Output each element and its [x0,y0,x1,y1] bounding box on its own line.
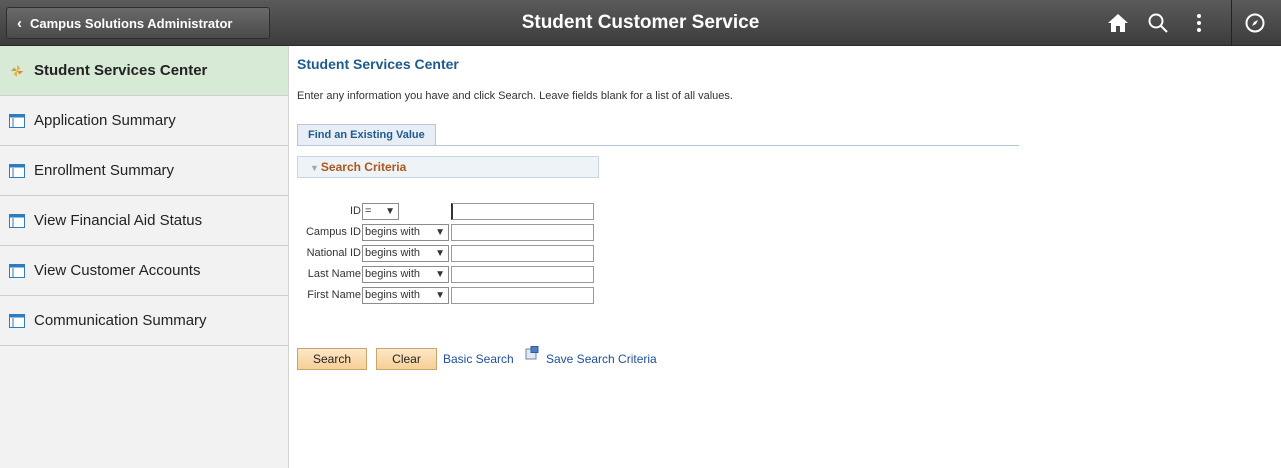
id-operator-select[interactable]: = ▼ [362,203,399,220]
home-icon[interactable] [1103,9,1133,37]
main-content: Student Services Center Enter any inform… [297,56,1257,370]
page-icon [9,163,25,178]
operator-value: = [365,205,372,217]
id-input[interactable] [451,203,594,220]
field-label: Last Name [307,268,361,280]
page-icon [9,113,25,128]
chevron-left-icon: ‹ [17,14,22,32]
search-button[interactable]: Search [297,348,367,370]
page-icon [9,213,25,228]
back-button[interactable]: ‹ Campus Solutions Administrator [6,7,270,39]
field-label: Campus ID [305,226,361,238]
tab-divider [297,145,1019,146]
page-title: Student Services Center [297,56,459,72]
sidebar-item-view-financial-aid-status[interactable]: View Financial Aid Status [0,196,288,246]
basic-search-link[interactable]: Basic Search [443,352,514,366]
last-name-operator-select[interactable]: begins with ▼ [362,266,449,283]
clear-button[interactable]: Clear [376,348,437,370]
sidebar-item-label: Enrollment Summary [34,162,175,179]
sidebar-item-label: Application Summary [34,112,176,129]
top-bar: ‹ Campus Solutions Administrator Student… [0,0,1281,46]
sidebar-item-application-summary[interactable]: Application Summary [0,96,288,146]
first-name-input[interactable] [451,287,594,304]
operator-value: begins with [365,289,421,301]
chevron-down-icon: ▼ [435,227,445,238]
sidebar-item-label: View Financial Aid Status [34,212,203,229]
save-search-icon[interactable] [525,346,539,365]
field-label: ID [350,205,361,217]
page-icon [9,313,25,328]
first-name-operator-select[interactable]: begins with ▼ [362,287,449,304]
national-id-operator-select[interactable]: begins with ▼ [362,245,449,262]
sidebar: Student Services Center Application Summ… [0,46,289,468]
search-criteria-header[interactable]: ▼ Search Criteria [297,156,599,178]
national-id-input[interactable] [451,245,594,262]
sidebar-item-label: View Customer Accounts [34,262,201,279]
actions-menu-icon[interactable] [1184,9,1214,37]
sidebar-item-communication-summary[interactable]: Communication Summary [0,296,288,346]
sidebar-item-label: Communication Summary [34,312,207,329]
campus-id-input[interactable] [451,224,594,241]
last-name-input[interactable] [451,266,594,283]
operator-value: begins with [365,268,421,280]
sidebar-item-label: Student Services Center [34,62,208,79]
field-label: National ID [306,247,361,259]
search-criteria-label: Search Criteria [320,160,407,174]
triangle-down-icon: ▼ [310,163,319,173]
operator-value: begins with [365,226,421,238]
sidebar-item-view-customer-accounts[interactable]: View Customer Accounts [0,246,288,296]
search-icon[interactable] [1143,9,1173,37]
field-label: First Name [307,289,361,301]
chevron-down-icon: ▼ [385,206,395,217]
back-button-label: Campus Solutions Administrator [30,15,233,31]
operator-value: begins with [365,247,421,259]
save-search-criteria-link[interactable]: Save Search Criteria [546,352,657,366]
page-icon [9,263,25,278]
pinwheel-icon [10,64,24,77]
campus-id-operator-select[interactable]: begins with ▼ [362,224,449,241]
tab-find-existing-value[interactable]: Find an Existing Value [297,124,436,146]
chevron-down-icon: ▼ [435,290,445,301]
sidebar-item-student-services-center[interactable]: Student Services Center [0,46,288,96]
header-divider [1231,0,1232,46]
instructions-text: Enter any information you have and click… [297,90,733,102]
chevron-down-icon: ▼ [435,269,445,280]
navbar-icon[interactable] [1240,9,1270,37]
sidebar-item-enrollment-summary[interactable]: Enrollment Summary [0,146,288,196]
chevron-down-icon: ▼ [435,248,445,259]
